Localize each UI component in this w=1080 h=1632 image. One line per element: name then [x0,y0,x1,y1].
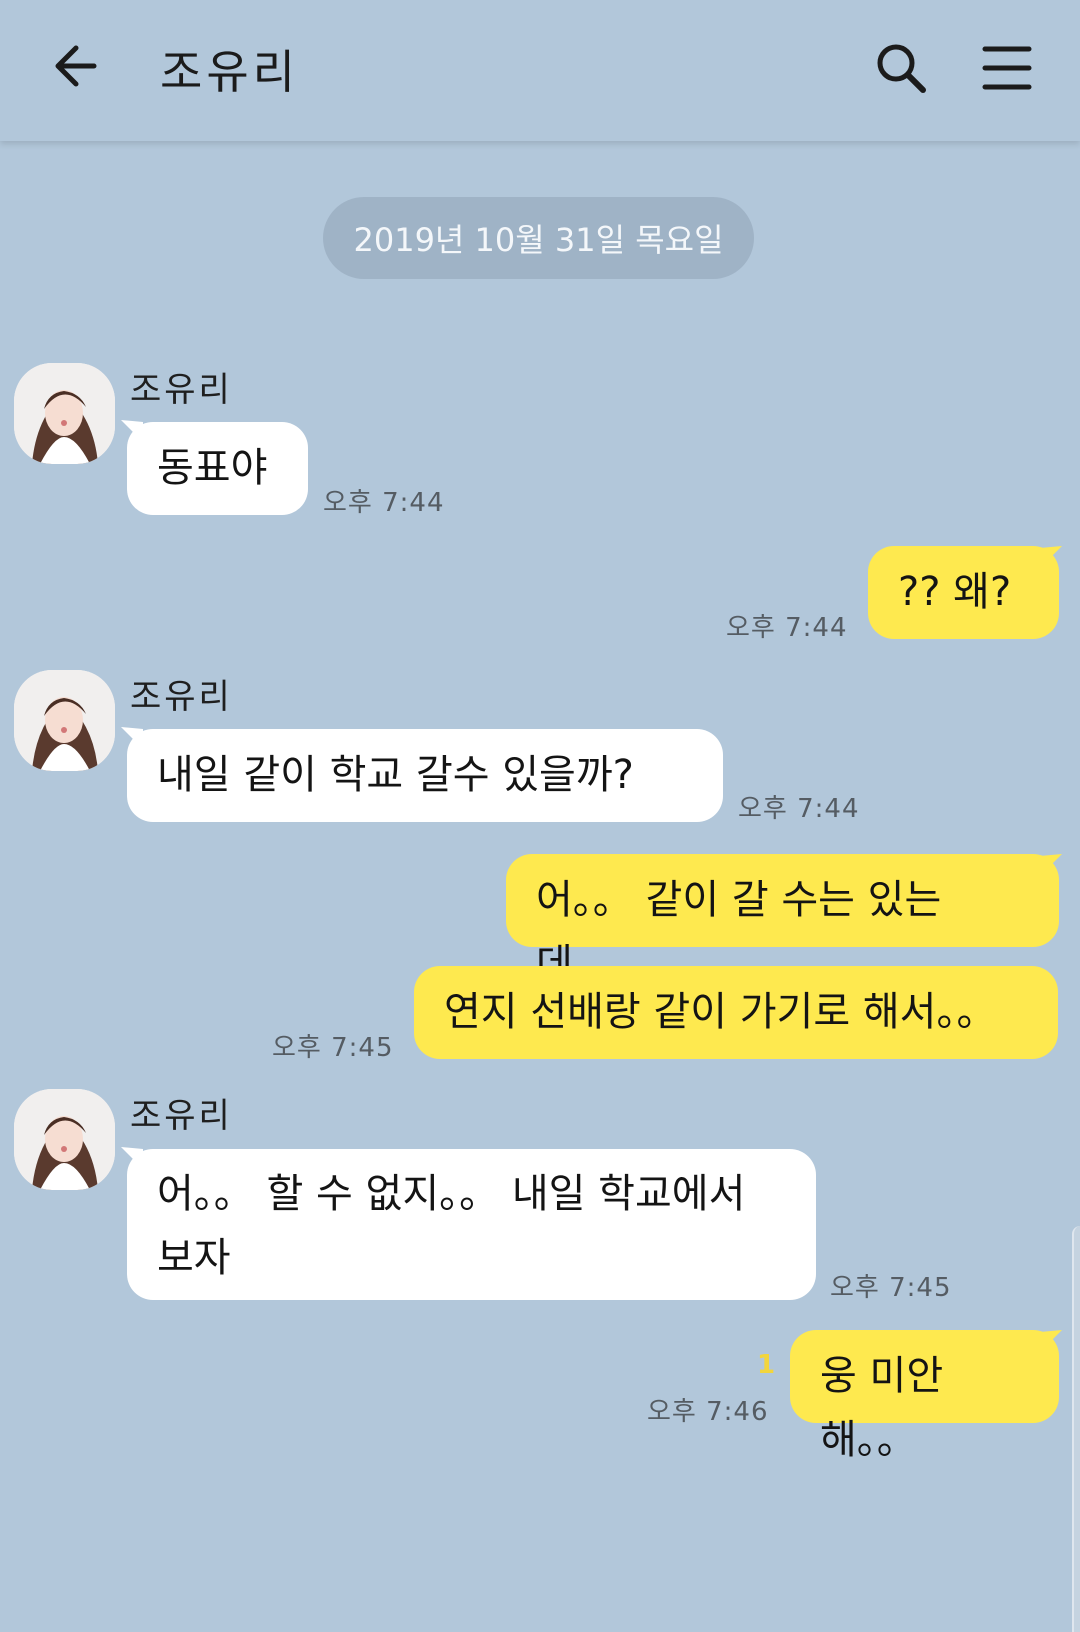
arrow-left-icon [55,45,97,87]
message-time: 오후 7:45 [272,1033,394,1063]
bubble-tail [1040,1330,1062,1352]
search-button[interactable] [873,40,929,96]
message-time: 오후 7:46 [647,1397,769,1427]
menu-button[interactable] [982,44,1032,94]
message-time: 오후 7:44 [323,488,445,518]
profile-photo [14,1089,115,1190]
search-icon [877,44,926,93]
sender-name: 조유리 [130,1096,233,1136]
message-bubble[interactable]: 내일 같이 학교 갈수 있을까? [127,729,723,822]
hamburger-menu-icon [982,46,1032,90]
scrollbar[interactable] [1072,1226,1080,1632]
bubble-tail [1040,854,1062,876]
message-time: 오후 7:44 [726,613,848,643]
chat-header: 조유리 [0,0,1080,141]
date-divider: 2019년 10월 31일 목요일 [323,197,754,279]
avatar[interactable] [14,670,115,771]
unread-count: 1 [757,1350,776,1380]
message-bubble[interactable]: 어。。 같이 갈 수는 있는데。。 [506,854,1059,987]
message-bubble[interactable]: 연지 선배랑 같이 가기로 해서。。 [414,966,1058,1059]
profile-photo [14,363,115,464]
message-line: 보자 [157,1235,231,1281]
avatar[interactable] [14,363,115,464]
message-line: 어。。 할 수 없지。。 내일 학교에서 [157,1171,746,1217]
bubble-tail [1040,546,1062,568]
message-bubble[interactable]: 웅 미안해。。 [790,1330,1059,1463]
chat-title: 조유리 [160,45,299,99]
message-bubble[interactable]: 동표야 [127,422,308,515]
message-bubble[interactable]: 어。。 할 수 없지。。 내일 학교에서 보자 [127,1149,816,1300]
message-time: 오후 7:45 [830,1273,952,1303]
sender-name: 조유리 [130,370,233,410]
sender-name: 조유리 [130,677,233,717]
profile-photo [14,670,115,771]
message-bubble[interactable]: ?? 왜? [868,546,1059,639]
back-button[interactable] [50,38,106,94]
message-time: 오후 7:44 [738,794,860,824]
avatar[interactable] [14,1089,115,1190]
